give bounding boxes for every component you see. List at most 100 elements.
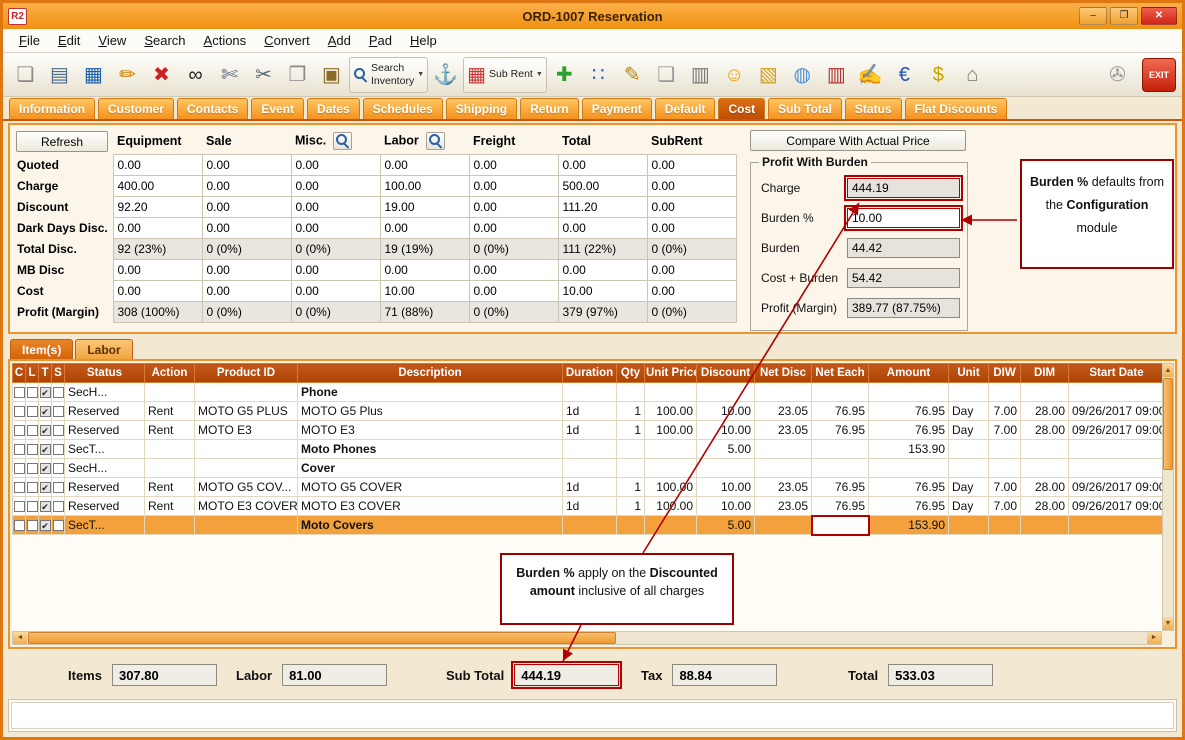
- row-checkbox-t[interactable]: ✔: [40, 387, 51, 398]
- items-row-6[interactable]: ✔ReservedRentMOTO G5 COV...MOTO G5 COVER…: [13, 478, 1163, 497]
- tab-contacts[interactable]: Contacts: [177, 98, 248, 119]
- row-checkbox-t[interactable]: ✔: [40, 520, 51, 531]
- sub-rent-button[interactable]: ▦Sub Rent▼: [463, 57, 547, 93]
- row-checkbox-t[interactable]: ✔: [40, 406, 51, 417]
- cut-button[interactable]: ✂: [247, 57, 280, 93]
- row-checkbox-s[interactable]: [53, 387, 64, 398]
- row-checkbox-l[interactable]: [27, 520, 38, 531]
- smiley-button[interactable]: ☺: [718, 57, 751, 93]
- print-preview-button[interactable]: ▥: [684, 57, 717, 93]
- cards-button[interactable]: ❑: [650, 57, 683, 93]
- items-row-5[interactable]: ✔SecH...Cover: [13, 459, 1163, 478]
- items-row-2[interactable]: ✔ReservedRentMOTO G5 PLUSMOTO G5 Plus1d1…: [13, 402, 1163, 421]
- items-row-4[interactable]: ✔SecT...Moto Phones5.00153.90: [13, 440, 1163, 459]
- burden-input-charge[interactable]: [847, 178, 960, 198]
- row-checkbox-t[interactable]: ✔: [40, 425, 51, 436]
- items-row-1[interactable]: ✔SecH...Phone: [13, 383, 1163, 402]
- menu-help[interactable]: Help: [402, 31, 445, 50]
- horizontal-scroll-thumb[interactable]: [28, 632, 616, 644]
- search-misc-button[interactable]: [333, 132, 352, 150]
- add-button[interactable]: ✚: [548, 57, 581, 93]
- minimize-button[interactable]: –: [1079, 7, 1107, 25]
- menu-view[interactable]: View: [90, 31, 134, 50]
- row-checkbox-t[interactable]: ✔: [40, 463, 51, 474]
- row-checkbox-c[interactable]: [14, 387, 25, 398]
- menu-edit[interactable]: Edit: [50, 31, 88, 50]
- tab-shipping[interactable]: Shipping: [446, 98, 517, 119]
- row-checkbox-s[interactable]: [53, 444, 64, 455]
- row-checkbox-s[interactable]: [53, 482, 64, 493]
- books-button[interactable]: ▥: [820, 57, 853, 93]
- scroll-left-button[interactable]: ◄: [13, 632, 27, 644]
- currency-button[interactable]: €: [888, 57, 921, 93]
- row-checkbox-l[interactable]: [27, 387, 38, 398]
- row-checkbox-l[interactable]: [27, 444, 38, 455]
- vertical-scrollbar[interactable]: ▲ ▼: [1162, 363, 1174, 631]
- compare-with-actual-price-button[interactable]: Compare With Actual Price: [750, 130, 966, 151]
- save-button[interactable]: ▦: [77, 57, 110, 93]
- burden-input-burden[interactable]: [847, 208, 960, 228]
- refresh-button[interactable]: Refresh: [16, 131, 108, 152]
- tab-customer[interactable]: Customer: [98, 98, 174, 119]
- row-checkbox-c[interactable]: [14, 463, 25, 474]
- items-row-8[interactable]: ✔SecT...Moto Covers5.00153.90: [13, 516, 1163, 535]
- horizontal-scrollbar[interactable]: ◄ ►: [12, 631, 1162, 645]
- menu-pad[interactable]: Pad: [361, 31, 400, 50]
- bank-button[interactable]: ⌂: [956, 57, 989, 93]
- tab-information[interactable]: Information: [9, 98, 95, 119]
- tab-item-s[interactable]: Item(s): [10, 339, 73, 359]
- tab-dates[interactable]: Dates: [307, 98, 360, 119]
- row-checkbox-l[interactable]: [27, 463, 38, 474]
- row-checkbox-c[interactable]: [14, 482, 25, 493]
- tab-payment[interactable]: Payment: [582, 98, 652, 119]
- vertical-scroll-thumb[interactable]: [1163, 378, 1173, 470]
- menu-actions[interactable]: Actions: [196, 31, 255, 50]
- items-row-3[interactable]: ✔ReservedRentMOTO E3MOTO E31d1100.0010.0…: [13, 421, 1163, 440]
- row-checkbox-l[interactable]: [27, 482, 38, 493]
- row-checkbox-s[interactable]: [53, 425, 64, 436]
- items-row-7[interactable]: ✔ReservedRentMOTO E3 COVERMOTO E3 COVER1…: [13, 497, 1163, 516]
- gift-button[interactable]: ▧: [752, 57, 785, 93]
- exit-button[interactable]: EXIT: [1142, 58, 1176, 92]
- copy-button[interactable]: ❐: [281, 57, 314, 93]
- row-checkbox-c[interactable]: [14, 406, 25, 417]
- row-checkbox-l[interactable]: [27, 425, 38, 436]
- row-checkbox-t[interactable]: ✔: [40, 501, 51, 512]
- maximize-button[interactable]: ❐: [1110, 7, 1138, 25]
- row-checkbox-l[interactable]: [27, 406, 38, 417]
- notepad-button[interactable]: ✍: [854, 57, 887, 93]
- row-checkbox-s[interactable]: [53, 406, 64, 417]
- tab-default[interactable]: Default: [655, 98, 716, 119]
- menu-add[interactable]: Add: [320, 31, 359, 50]
- paste-button[interactable]: ▣: [315, 57, 348, 93]
- scroll-up-button[interactable]: ▲: [1163, 364, 1173, 377]
- tab-labor[interactable]: Labor: [75, 339, 132, 359]
- row-checkbox-t[interactable]: ✔: [40, 482, 51, 493]
- menu-convert[interactable]: Convert: [256, 31, 318, 50]
- burden-input-profit-margin[interactable]: [847, 298, 960, 318]
- print-button[interactable]: ▤: [43, 57, 76, 93]
- row-checkbox-c[interactable]: [14, 520, 25, 531]
- tab-cost[interactable]: Cost: [718, 98, 765, 119]
- burden-input-burden[interactable]: [847, 238, 960, 258]
- anchor-button[interactable]: ⚓: [429, 57, 462, 93]
- tab-event[interactable]: Event: [251, 98, 304, 119]
- row-checkbox-c[interactable]: [14, 425, 25, 436]
- find-button[interactable]: ∞: [179, 57, 212, 93]
- row-checkbox-c[interactable]: [14, 444, 25, 455]
- close-button[interactable]: ✕: [1141, 7, 1177, 25]
- tab-sub-total[interactable]: Sub Total: [768, 98, 842, 119]
- row-checkbox-c[interactable]: [14, 501, 25, 512]
- new-document-button[interactable]: ❏: [9, 57, 42, 93]
- tab-return[interactable]: Return: [520, 98, 579, 119]
- row-checkbox-s[interactable]: [53, 463, 64, 474]
- edit-note-button[interactable]: ✎: [616, 57, 649, 93]
- scroll-down-button[interactable]: ▼: [1163, 617, 1173, 630]
- plug-button[interactable]: ✇: [1101, 57, 1134, 93]
- options-button[interactable]: ∷: [582, 57, 615, 93]
- row-checkbox-l[interactable]: [27, 501, 38, 512]
- globe-button[interactable]: ◍: [786, 57, 819, 93]
- cut-sheet-button[interactable]: ✄: [213, 57, 246, 93]
- menu-search[interactable]: Search: [136, 31, 193, 50]
- tab-flat-discounts[interactable]: Flat Discounts: [905, 98, 1008, 119]
